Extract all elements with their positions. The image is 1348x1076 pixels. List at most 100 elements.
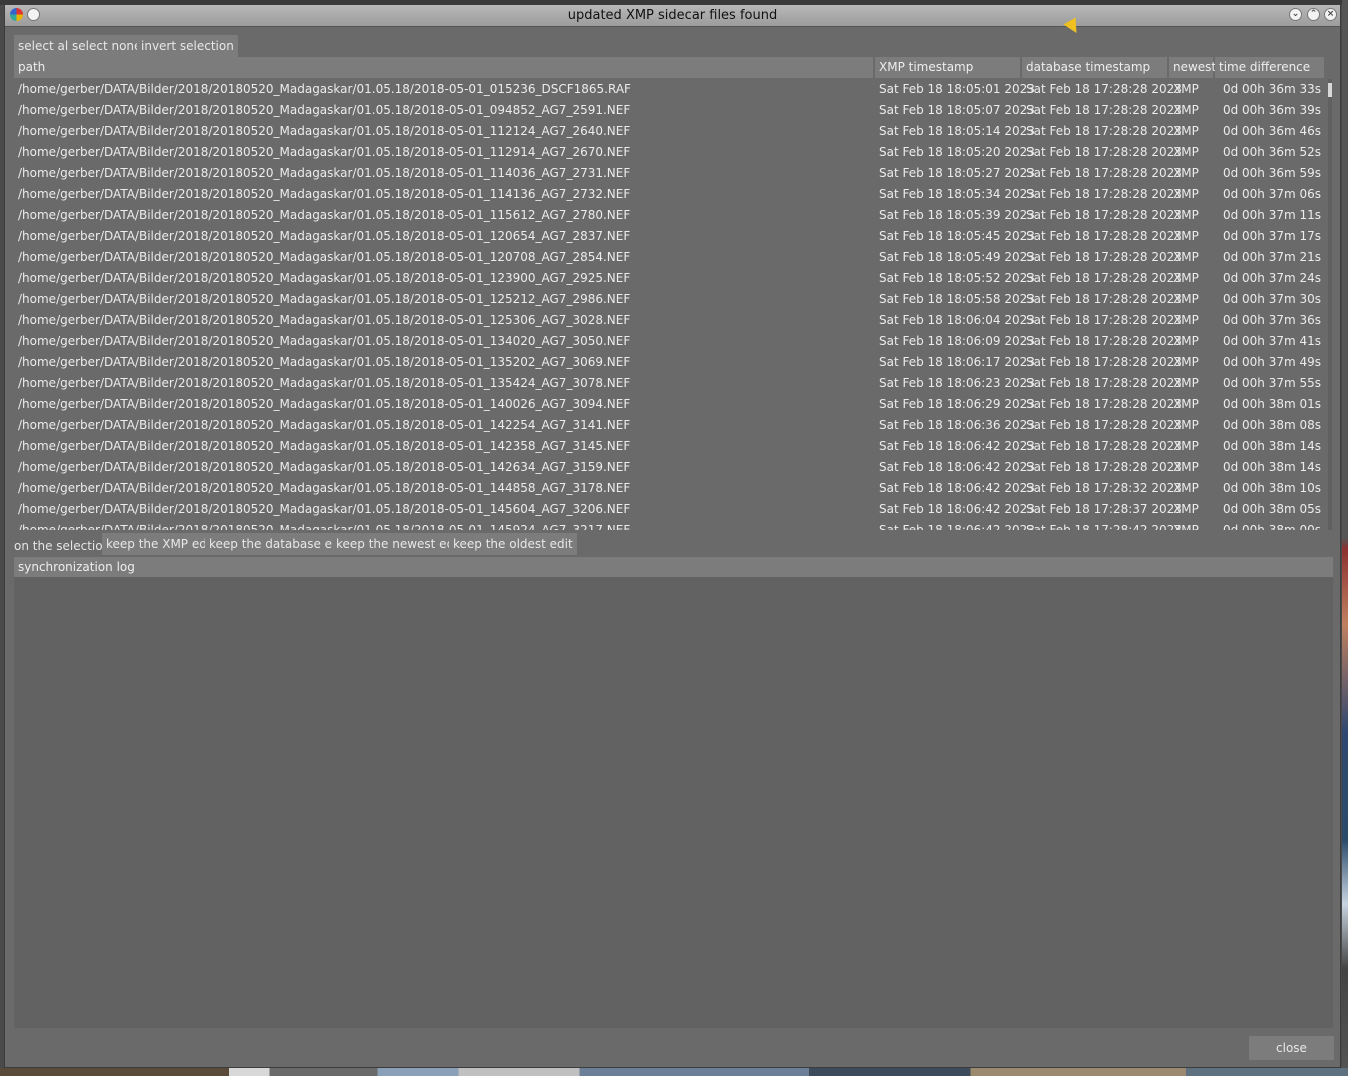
table-row[interactable]: /home/gerber/DATA/Bilder/2018/20180520_M… — [14, 478, 1324, 499]
cell-path: /home/gerber/DATA/Bilder/2018/20180520_M… — [18, 334, 631, 348]
table-body: /home/gerber/DATA/Bilder/2018/20180520_M… — [14, 79, 1324, 530]
cell-path: /home/gerber/DATA/Bilder/2018/20180520_M… — [18, 271, 631, 285]
cell-database-timestamp: Sat Feb 18 17:28:28 2023 — [1026, 334, 1182, 348]
cell-newest: XMP — [1173, 187, 1199, 201]
cell-time-difference: 0d 00h 37m 06s — [1222, 187, 1321, 201]
close-button[interactable]: close — [1249, 1036, 1334, 1060]
vertical-scrollbar[interactable] — [1328, 79, 1332, 530]
cell-path: /home/gerber/DATA/Bilder/2018/20180520_M… — [18, 103, 631, 117]
cell-xmp-timestamp: Sat Feb 18 18:05:45 2023 — [879, 229, 1035, 243]
column-header-time-difference[interactable]: time difference — [1215, 57, 1324, 78]
table-row[interactable]: /home/gerber/DATA/Bilder/2018/20180520_M… — [14, 100, 1324, 121]
select-all-button[interactable]: select all — [14, 35, 76, 57]
cell-xmp-timestamp: Sat Feb 18 18:05:49 2023 — [879, 250, 1035, 264]
title-bar[interactable]: updated XMP sidecar files found ⌄ ⌃ × — [5, 5, 1340, 27]
table-row[interactable]: /home/gerber/DATA/Bilder/2018/20180520_M… — [14, 310, 1324, 331]
cell-time-difference: 0d 00h 38m 01s — [1222, 397, 1321, 411]
cell-path: /home/gerber/DATA/Bilder/2018/20180520_M… — [18, 250, 631, 264]
cell-time-difference: 0d 00h 37m 41s — [1222, 334, 1321, 348]
table-header: path XMP timestamp database timestamp ne… — [14, 57, 1324, 78]
cell-time-difference: 0d 00h 36m 46s — [1222, 124, 1321, 138]
table-row[interactable]: /home/gerber/DATA/Bilder/2018/20180520_M… — [14, 352, 1324, 373]
table-row[interactable]: /home/gerber/DATA/Bilder/2018/20180520_M… — [14, 268, 1324, 289]
cell-path: /home/gerber/DATA/Bilder/2018/20180520_M… — [18, 124, 631, 138]
table-row[interactable]: /home/gerber/DATA/Bilder/2018/20180520_M… — [14, 184, 1324, 205]
cell-time-difference: 0d 00h 38m 10s — [1222, 481, 1321, 495]
table-row[interactable]: /home/gerber/DATA/Bilder/2018/20180520_M… — [14, 163, 1324, 184]
cell-database-timestamp: Sat Feb 18 17:28:28 2023 — [1026, 187, 1182, 201]
cell-xmp-timestamp: Sat Feb 18 18:06:36 2023 — [879, 418, 1035, 432]
cell-xmp-timestamp: Sat Feb 18 18:06:42 2023 — [879, 439, 1035, 453]
table-row[interactable]: /home/gerber/DATA/Bilder/2018/20180520_M… — [14, 226, 1324, 247]
cell-xmp-timestamp: Sat Feb 18 18:06:42 2023 — [879, 523, 1035, 530]
cell-newest: XMP — [1173, 355, 1199, 369]
minimize-icon[interactable]: ⌄ — [1289, 8, 1302, 21]
cell-time-difference: 0d 00h 36m 52s — [1222, 145, 1321, 159]
cell-database-timestamp: Sat Feb 18 17:28:32 2023 — [1026, 481, 1182, 495]
cell-database-timestamp: Sat Feb 18 17:28:28 2023 — [1026, 376, 1182, 390]
maximize-icon[interactable]: ⌃ — [1307, 8, 1320, 21]
scrollbar-thumb[interactable] — [1328, 83, 1332, 97]
table-row[interactable]: /home/gerber/DATA/Bilder/2018/20180520_M… — [14, 331, 1324, 352]
table-row[interactable]: /home/gerber/DATA/Bilder/2018/20180520_M… — [14, 436, 1324, 457]
table-row[interactable]: /home/gerber/DATA/Bilder/2018/20180520_M… — [14, 394, 1324, 415]
cell-path: /home/gerber/DATA/Bilder/2018/20180520_M… — [18, 439, 631, 453]
window-title: updated XMP sidecar files found — [567, 8, 778, 23]
cell-newest: XMP — [1173, 229, 1199, 243]
keep-oldest-edit-button[interactable]: keep the oldest edit — [449, 533, 577, 555]
table-row[interactable]: /home/gerber/DATA/Bilder/2018/20180520_M… — [14, 289, 1324, 310]
column-header-xmp-timestamp[interactable]: XMP timestamp — [875, 57, 1020, 78]
cell-newest: XMP — [1173, 208, 1199, 222]
table-row[interactable]: /home/gerber/DATA/Bilder/2018/20180520_M… — [14, 520, 1324, 530]
cell-xmp-timestamp: Sat Feb 18 18:05:07 2023 — [879, 103, 1035, 117]
cell-xmp-timestamp: Sat Feb 18 18:06:04 2023 — [879, 313, 1035, 327]
keep-xmp-edit-button[interactable]: keep the XMP edit — [102, 533, 219, 555]
cell-database-timestamp: Sat Feb 18 17:28:28 2023 — [1026, 103, 1182, 117]
cell-xmp-timestamp: Sat Feb 18 18:06:42 2023 — [879, 460, 1035, 474]
cell-newest: XMP — [1173, 103, 1199, 117]
column-header-path[interactable]: path — [14, 57, 873, 78]
cell-path: /home/gerber/DATA/Bilder/2018/20180520_M… — [18, 397, 631, 411]
cell-xmp-timestamp: Sat Feb 18 18:05:27 2023 — [879, 166, 1035, 180]
cell-xmp-timestamp: Sat Feb 18 18:05:20 2023 — [879, 145, 1035, 159]
table-row[interactable]: /home/gerber/DATA/Bilder/2018/20180520_M… — [14, 415, 1324, 436]
cell-newest: XMP — [1173, 523, 1199, 530]
cell-time-difference: 0d 00h 36m 33s — [1222, 82, 1321, 96]
close-window-icon[interactable]: × — [1324, 8, 1337, 21]
cell-newest: XMP — [1173, 376, 1199, 390]
keep-database-edit-button[interactable]: keep the database edit — [205, 533, 352, 555]
table-row[interactable]: /home/gerber/DATA/Bilder/2018/20180520_M… — [14, 457, 1324, 478]
cell-time-difference: 0d 00h 36m 39s — [1222, 103, 1321, 117]
cell-newest: XMP — [1173, 124, 1199, 138]
cell-xmp-timestamp: Sat Feb 18 18:06:42 2023 — [879, 502, 1035, 516]
column-header-newest[interactable]: newest — [1169, 57, 1216, 78]
cell-path: /home/gerber/DATA/Bilder/2018/20180520_M… — [18, 229, 631, 243]
cell-xmp-timestamp: Sat Feb 18 18:05:34 2023 — [879, 187, 1035, 201]
synchronization-log-panel[interactable]: synchronization log — [14, 557, 1333, 1028]
cell-time-difference: 0d 00h 37m 17s — [1222, 229, 1321, 243]
table-row[interactable]: /home/gerber/DATA/Bilder/2018/20180520_M… — [14, 499, 1324, 520]
cell-xmp-timestamp: Sat Feb 18 18:06:17 2023 — [879, 355, 1035, 369]
cell-database-timestamp: Sat Feb 18 17:28:28 2023 — [1026, 292, 1182, 306]
cell-database-timestamp: Sat Feb 18 17:28:28 2023 — [1026, 355, 1182, 369]
cell-newest: XMP — [1173, 502, 1199, 516]
keep-newest-edit-button[interactable]: keep the newest edit — [332, 533, 467, 555]
select-none-button[interactable]: select none — [68, 35, 146, 57]
table-row[interactable]: /home/gerber/DATA/Bilder/2018/20180520_M… — [14, 247, 1324, 268]
table-row[interactable]: /home/gerber/DATA/Bilder/2018/20180520_M… — [14, 142, 1324, 163]
table-row[interactable]: /home/gerber/DATA/Bilder/2018/20180520_M… — [14, 121, 1324, 142]
sidecar-table[interactable]: path XMP timestamp database timestamp ne… — [14, 57, 1332, 530]
cell-newest: XMP — [1173, 481, 1199, 495]
table-row[interactable]: /home/gerber/DATA/Bilder/2018/20180520_M… — [14, 373, 1324, 394]
cell-time-difference: 0d 00h 37m 49s — [1222, 355, 1321, 369]
table-row[interactable]: /home/gerber/DATA/Bilder/2018/20180520_M… — [14, 79, 1324, 100]
table-row[interactable]: /home/gerber/DATA/Bilder/2018/20180520_M… — [14, 205, 1324, 226]
column-header-database-timestamp[interactable]: database timestamp — [1022, 57, 1167, 78]
cell-newest: XMP — [1173, 334, 1199, 348]
cell-path: /home/gerber/DATA/Bilder/2018/20180520_M… — [18, 208, 631, 222]
cell-database-timestamp: Sat Feb 18 17:28:42 2023 — [1026, 523, 1182, 530]
cell-database-timestamp: Sat Feb 18 17:28:28 2023 — [1026, 229, 1182, 243]
cell-time-difference: 0d 00h 37m 24s — [1222, 271, 1321, 285]
invert-selection-button[interactable]: invert selection — [137, 35, 238, 57]
cell-database-timestamp: Sat Feb 18 17:28:37 2023 — [1026, 502, 1182, 516]
